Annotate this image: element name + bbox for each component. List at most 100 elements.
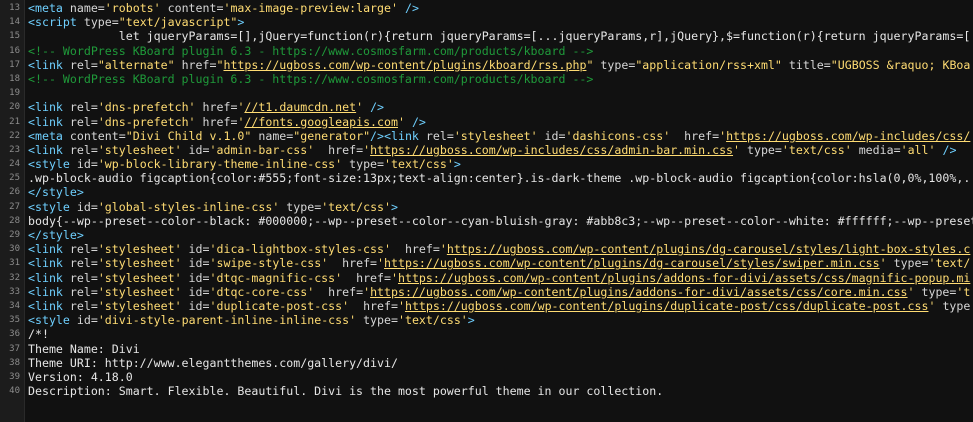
string-token: 'text/css' xyxy=(321,199,392,214)
string-token: 'dtqc-core-css' xyxy=(209,284,315,299)
attribute-token: href= xyxy=(314,284,364,299)
tag-token: </style> xyxy=(28,228,84,242)
source-line: 38 Theme URI: http://www.elegantthemes.co… xyxy=(0,356,973,370)
tag-token: /><link xyxy=(370,128,426,143)
source-line: 28 body{--wp--preset--color--black: #0000… xyxy=(0,214,973,228)
tag-token: /> xyxy=(935,142,957,157)
tag-token: > xyxy=(467,313,475,328)
line-code: Theme URI: http://www.elegantthemes.com/… xyxy=(24,356,973,370)
url-link[interactable]: https://ugboss.com/wp-content/plugins/dg… xyxy=(447,242,971,256)
string-token: 'wp-block-library-theme-inline-css' xyxy=(97,157,343,172)
attribute-token: rel= xyxy=(69,284,98,299)
line-code: <meta content="Divi Child v.1.0" name="g… xyxy=(24,129,973,143)
line-code: .wp-block-audio figcaption{color:#555;fo… xyxy=(24,171,973,185)
tag-token: <style xyxy=(28,313,77,328)
line-code: <link rel='stylesheet' id='dtqc-magnific… xyxy=(24,271,973,285)
text-token: let jqueryParams=[],jQuery=function(r){r… xyxy=(28,29,973,44)
line-code: <link rel='stylesheet' id='duplicate-pos… xyxy=(24,299,973,313)
attribute-token: href= xyxy=(670,128,720,143)
string-token: 'stylesheet' xyxy=(97,242,182,257)
line-number: 35 xyxy=(9,315,20,326)
url-link[interactable]: https://ugboss.com/wp-includes/css/ xyxy=(726,129,970,143)
source-line: 16 <!-- WordPress KBoard plugin 6.3 - htt… xyxy=(0,44,973,58)
url-link[interactable]: https://ugboss.com/wp-includes/css/admin… xyxy=(370,143,733,157)
source-line: 35 <style id='divi-style-parent-inline-in… xyxy=(0,313,973,327)
source-line: 17 <link rel="alternate" href="https://ug… xyxy=(0,58,973,72)
string-token: 'dtqc-magnific-css' xyxy=(209,270,343,285)
attribute-token: rel= xyxy=(69,57,98,72)
source-line: 25 .wp-block-audio figcaption{color:#555;… xyxy=(0,171,973,185)
line-number: 36 xyxy=(9,329,20,340)
tag-token: <link xyxy=(28,114,70,129)
line-number: 38 xyxy=(9,357,20,368)
string-token: 'text/css' xyxy=(397,313,468,328)
line-number: 31 xyxy=(9,258,20,269)
attribute-token: id= xyxy=(76,313,98,328)
line-number: 29 xyxy=(9,230,20,240)
string-token: ' xyxy=(733,142,741,157)
attribute-token: type= xyxy=(356,313,398,328)
line-code: /*! xyxy=(24,327,973,341)
line-code: <link rel='dns-prefetch' href='//t1.daum… xyxy=(24,100,973,114)
text-token: Description: Smart. Flexible. Beautiful.… xyxy=(28,384,664,399)
string-token: 'robots' xyxy=(104,1,161,15)
tag-token: /> xyxy=(363,100,385,115)
tag-token: <style xyxy=(28,157,77,172)
text-token: .wp-block-audio figcaption{color:#555;fo… xyxy=(28,171,973,186)
url-link[interactable]: //t1.daumcdn.net xyxy=(244,100,356,114)
source-line: 18 <!-- WordPress KBoard plugin 6.3 - htt… xyxy=(0,72,973,86)
source-line: 22 <meta content="Divi Child v.1.0" name=… xyxy=(0,129,973,143)
attribute-token: id= xyxy=(76,199,98,214)
attribute-token: media= xyxy=(851,142,901,157)
source-line: 30 <link rel='stylesheet' id='dica-lightb… xyxy=(0,242,973,256)
attribute-token: id= xyxy=(181,270,210,285)
source-line: 36 /*! xyxy=(0,327,973,341)
text-token: /*! xyxy=(28,327,49,342)
code-lines: 13 <meta name='robots' content='max-image… xyxy=(0,1,973,398)
attribute-token: type= xyxy=(914,284,957,299)
source-line: 26 </style> xyxy=(0,185,973,199)
line-code: <link rel="alternate" href="https://ugbo… xyxy=(24,58,973,72)
text-token: Theme Name: Divi xyxy=(28,341,140,356)
attribute-token: id= xyxy=(181,298,210,313)
string-token: "generator" xyxy=(293,128,371,143)
string-token: 'stylesheet' xyxy=(97,270,182,285)
tag-token: <link xyxy=(28,242,70,257)
attribute-token: type= xyxy=(342,157,385,172)
attribute-token: content= xyxy=(160,1,224,15)
tag-token: <link xyxy=(28,270,70,285)
line-code: <meta name='robots' content='max-image-p… xyxy=(24,1,973,15)
tag-token: > xyxy=(453,157,461,172)
line-number: 23 xyxy=(9,144,20,155)
source-line: 20 <link rel='dns-prefetch' href='//t1.da… xyxy=(0,100,973,114)
line-code: </style> xyxy=(24,228,973,242)
attribute-token: href= xyxy=(328,256,378,271)
attribute-token: href= xyxy=(390,242,440,257)
attribute-token: type= xyxy=(279,199,322,214)
url-link[interactable]: //fonts.googleapis.com xyxy=(244,115,398,129)
line-code: <style id='global-styles-inline-css' typ… xyxy=(24,200,973,214)
string-token: 'all' xyxy=(900,142,936,157)
attribute-token: content= xyxy=(69,128,126,143)
line-number: 28 xyxy=(9,215,20,226)
url-link[interactable]: https://ugboss.com/wp-content/plugins/ad… xyxy=(370,285,907,299)
string-token: 'swipe-style-css' xyxy=(209,256,329,271)
source-line: 39 Version: 4.18.0 xyxy=(0,370,973,384)
source-line: 29 </style> xyxy=(0,228,973,242)
url-link[interactable]: https://ugboss.com/wp-content/plugins/dg… xyxy=(384,256,880,270)
string-token: ' xyxy=(439,242,447,257)
tag-token: /> xyxy=(397,1,419,15)
attribute-token: rel= xyxy=(69,114,98,129)
line-code: </style> xyxy=(24,185,973,199)
tag-token: <link xyxy=(28,256,70,271)
url-link[interactable]: https://ugboss.com/wp-content/plugins/ad… xyxy=(398,271,970,285)
string-token: 'dns-prefetch' xyxy=(97,100,196,115)
text-token: Version: 4.18.0 xyxy=(28,369,133,384)
url-link[interactable]: https://ugboss.com/wp-content/plugins/kb… xyxy=(223,58,586,72)
line-number: 37 xyxy=(9,343,20,354)
line-code: let jqueryParams=[],jQuery=function(r){r… xyxy=(24,29,973,43)
string-token: ' xyxy=(391,270,398,285)
attribute-token: href= xyxy=(349,298,398,313)
attribute-token: href= xyxy=(342,270,391,285)
url-link[interactable]: https://ugboss.com/wp-content/plugins/du… xyxy=(405,299,929,313)
